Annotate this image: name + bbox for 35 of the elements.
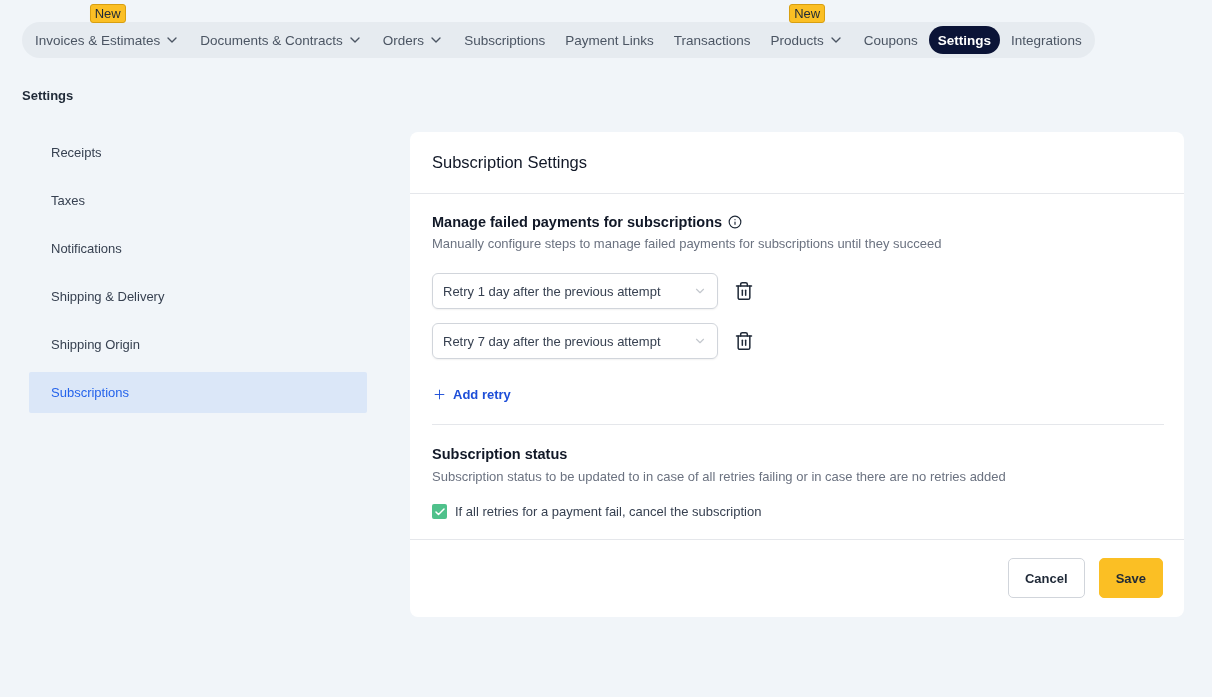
page-title: Settings bbox=[22, 88, 75, 103]
nav-tab[interactable]: Invoices & Estimates bbox=[26, 26, 190, 54]
nav-tab[interactable]: Orders bbox=[373, 26, 454, 54]
checkbox[interactable] bbox=[432, 504, 447, 519]
nav-tab[interactable]: Transactions bbox=[664, 26, 760, 54]
sidebar-item[interactable]: Notifications bbox=[29, 228, 367, 269]
checkbox-label: If all retries for a payment fail, cancel the subscription bbox=[455, 504, 762, 519]
add-retry-button[interactable]: Add retry bbox=[432, 387, 511, 402]
nav-tab[interactable]: Coupons bbox=[854, 26, 927, 54]
nav-tab[interactable]: Documents & Contracts bbox=[191, 26, 372, 54]
sidebar-item[interactable]: Shipping & Delivery bbox=[29, 276, 367, 317]
save-button[interactable]: Save bbox=[1098, 558, 1163, 598]
sidebar-item[interactable]: Taxes bbox=[29, 180, 367, 221]
nav-tab[interactable]: Products bbox=[761, 26, 853, 54]
delete-icon[interactable] bbox=[734, 281, 754, 301]
section-description: Manually configure steps to manage failed payments for subscriptions until they succeed bbox=[432, 236, 943, 251]
info-icon[interactable] bbox=[728, 215, 743, 229]
sidebar-item[interactable]: Receipts bbox=[29, 132, 367, 173]
cancel-button[interactable]: Cancel bbox=[1008, 558, 1085, 598]
nav-tab[interactable]: Settings bbox=[928, 26, 1001, 54]
plus-icon bbox=[432, 387, 447, 402]
retry-select[interactable]: Retry 1 day after the previous attempt bbox=[432, 273, 718, 309]
section-title: Manage failed payments for subscriptions bbox=[432, 214, 723, 230]
sidebar-item[interactable]: Subscriptions bbox=[29, 372, 367, 413]
nav-tab[interactable]: Subscriptions bbox=[455, 26, 555, 54]
new-badge: New bbox=[89, 4, 126, 23]
card-title: Subscription Settings bbox=[410, 132, 1184, 194]
nav-tab[interactable]: Integrations bbox=[1002, 26, 1091, 54]
nav-tab[interactable]: Payment Links bbox=[556, 26, 663, 54]
section-description: Subscription status to be updated to in case of all retries failing or in case there are no retries added bbox=[432, 469, 1007, 484]
new-badge: New bbox=[789, 4, 826, 23]
delete-icon[interactable] bbox=[734, 331, 754, 351]
retry-select[interactable]: Retry 7 day after the previous attempt bbox=[432, 323, 718, 359]
sidebar-item[interactable]: Shipping Origin bbox=[29, 324, 367, 365]
section-title: Subscription status bbox=[432, 446, 568, 462]
